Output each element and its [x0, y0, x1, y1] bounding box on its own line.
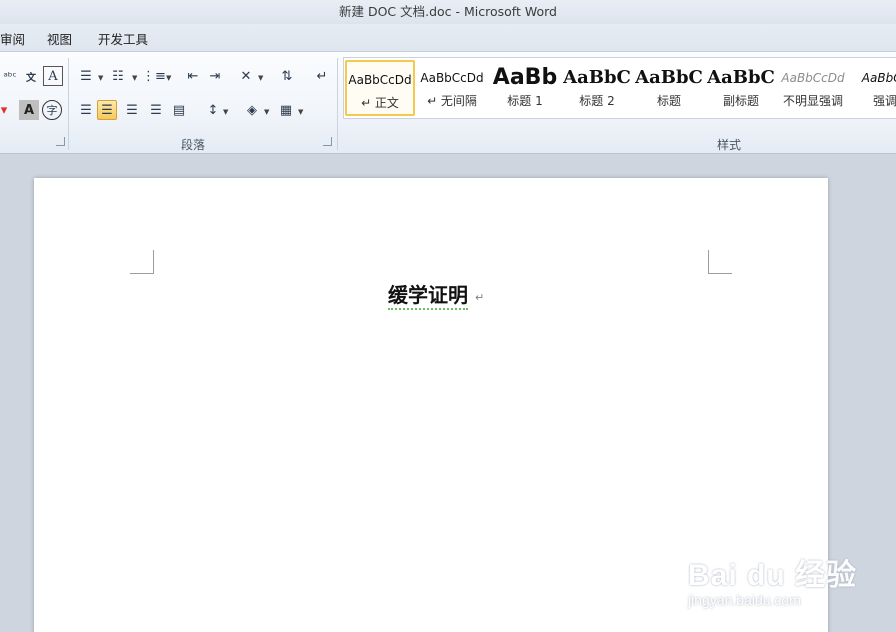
bullets-icon[interactable]: ☰ — [76, 66, 96, 86]
phonetic-guide-icon[interactable]: 文 — [21, 66, 41, 86]
watermark-url: jingyan.baidu.com — [688, 592, 801, 608]
increase-indent-icon[interactable]: ⇥ — [205, 66, 225, 86]
baidu-watermark: Bai du 经验 jingyan.baidu.com — [688, 550, 868, 620]
sort-icon[interactable]: ⇅ — [277, 66, 297, 86]
chevron-down-icon[interactable]: ▼ — [223, 108, 228, 116]
decrease-indent-icon[interactable]: ⇤ — [183, 66, 203, 86]
enclose-char-icon[interactable]: 字 — [42, 100, 62, 120]
paragraph-mark-icon: ↵ — [475, 291, 485, 304]
tab-developer[interactable]: 开发工具 — [98, 29, 148, 48]
style-subtitle[interactable]: AaBbC 副标题 — [706, 60, 776, 116]
style-no-spacing[interactable]: AaBbCcDd ↵ 无间隔 — [417, 60, 487, 116]
borders-icon[interactable]: ▦ — [276, 100, 296, 120]
group-separator — [337, 58, 338, 150]
line-spacing-icon[interactable]: ↕ — [203, 100, 223, 120]
chevron-down-icon[interactable]: ▼ — [98, 74, 103, 82]
tab-view[interactable]: 视图 — [47, 29, 72, 48]
align-left-icon[interactable]: ☰ — [76, 100, 96, 120]
style-emphasis[interactable]: AaBbCc 强调 — [850, 60, 896, 116]
ribbon: ᵃᵇᶜ 文 A ▾ A 字 ☰ ▼ ☷ ▼ ⋮≡ ▼ ⇤ ⇥ ✕ ▼ ⇅ ↵ ☰… — [0, 51, 896, 154]
chinese-layout-icon[interactable]: ✕ — [236, 66, 256, 86]
chevron-down-icon[interactable]: ▼ — [258, 74, 263, 82]
distributed-icon[interactable]: ▤ — [169, 100, 189, 120]
char-shading-icon[interactable]: A — [19, 100, 39, 120]
justify-icon[interactable]: ☰ — [146, 100, 166, 120]
style-title[interactable]: AaBbC 标题 — [634, 60, 704, 116]
group-separator — [68, 58, 69, 150]
align-center-icon[interactable]: ☰ — [97, 100, 117, 120]
style-heading-2[interactable]: AaBbC 标题 2 — [562, 60, 632, 116]
chevron-down-icon[interactable]: ▼ — [166, 74, 171, 82]
title-bar: 新建 DOC 文档.doc - Microsoft Word — [0, 0, 896, 24]
align-right-icon[interactable]: ☰ — [122, 100, 142, 120]
abc-check-icon[interactable]: ᵃᵇᶜ — [0, 66, 20, 86]
font-dialog-launcher[interactable] — [56, 137, 65, 146]
chevron-down-icon[interactable]: ▼ — [264, 108, 269, 116]
multilevel-list-icon[interactable]: ⋮≡ — [142, 66, 166, 86]
style-subtle-emphasis[interactable]: AaBbCcDd 不明显强调 — [778, 60, 848, 116]
numbering-icon[interactable]: ☷ — [108, 66, 128, 86]
font-color-icon[interactable]: ▾ — [0, 100, 14, 120]
styles-gallery: AaBbCcDd ↵ 正文 AaBbCcDd ↵ 无间隔 AaBb 标题 1 A… — [343, 57, 896, 119]
paragraph-dialog-launcher[interactable] — [323, 137, 332, 146]
show-marks-icon[interactable]: ↵ — [312, 66, 332, 86]
shading-icon[interactable]: ◈ — [242, 100, 262, 120]
tab-review[interactable]: 审阅 — [0, 29, 25, 48]
ribbon-tabs: 审阅 视图 开发工具 — [0, 24, 896, 51]
paragraph-group-label: 段落 — [181, 138, 206, 152]
chevron-down-icon[interactable]: ▼ — [132, 74, 137, 82]
text-border-icon[interactable]: A — [43, 66, 63, 86]
style-heading-1[interactable]: AaBb 标题 1 — [490, 60, 560, 116]
chevron-down-icon[interactable]: ▼ — [298, 108, 303, 116]
styles-group-label: 样式 — [717, 138, 742, 152]
margin-corner-top-left — [130, 250, 154, 274]
window-title: 新建 DOC 文档.doc - Microsoft Word — [338, 4, 557, 19]
watermark-logo: Bai du 经验 — [688, 559, 858, 592]
style-normal[interactable]: AaBbCcDd ↵ 正文 — [345, 60, 415, 116]
margin-corner-top-right — [708, 250, 732, 274]
document-title-text[interactable]: 缓学证明 — [388, 282, 468, 310]
